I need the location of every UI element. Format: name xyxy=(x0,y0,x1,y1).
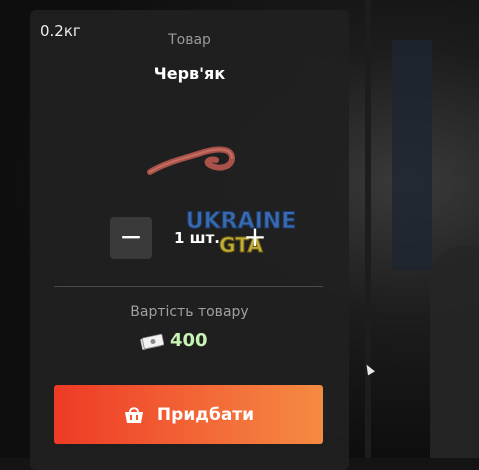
item-category-label: Товар xyxy=(168,32,211,48)
buy-button[interactable]: Придбати xyxy=(54,385,323,444)
decrease-quantity-button[interactable]: − xyxy=(110,217,152,259)
price-label: Вартість товару xyxy=(130,304,249,320)
quantity-value: 1 шт. xyxy=(174,229,220,247)
background-pole xyxy=(365,0,371,458)
background-sign xyxy=(392,40,432,270)
basket-icon xyxy=(124,406,143,423)
background-figure xyxy=(430,245,479,458)
shop-item-panel: 0.2кг Товар Черв'як UKRAINE GTA − 1 шт. … xyxy=(30,10,349,470)
increase-quantity-button[interactable]: + xyxy=(234,217,276,259)
item-title: Черв'як xyxy=(153,64,226,83)
divider xyxy=(54,286,323,287)
buy-button-label: Придбати xyxy=(156,404,255,425)
price-row: 400 xyxy=(140,330,208,351)
worm-image xyxy=(147,146,236,175)
price-value: 400 xyxy=(170,330,208,351)
money-icon xyxy=(140,333,164,350)
